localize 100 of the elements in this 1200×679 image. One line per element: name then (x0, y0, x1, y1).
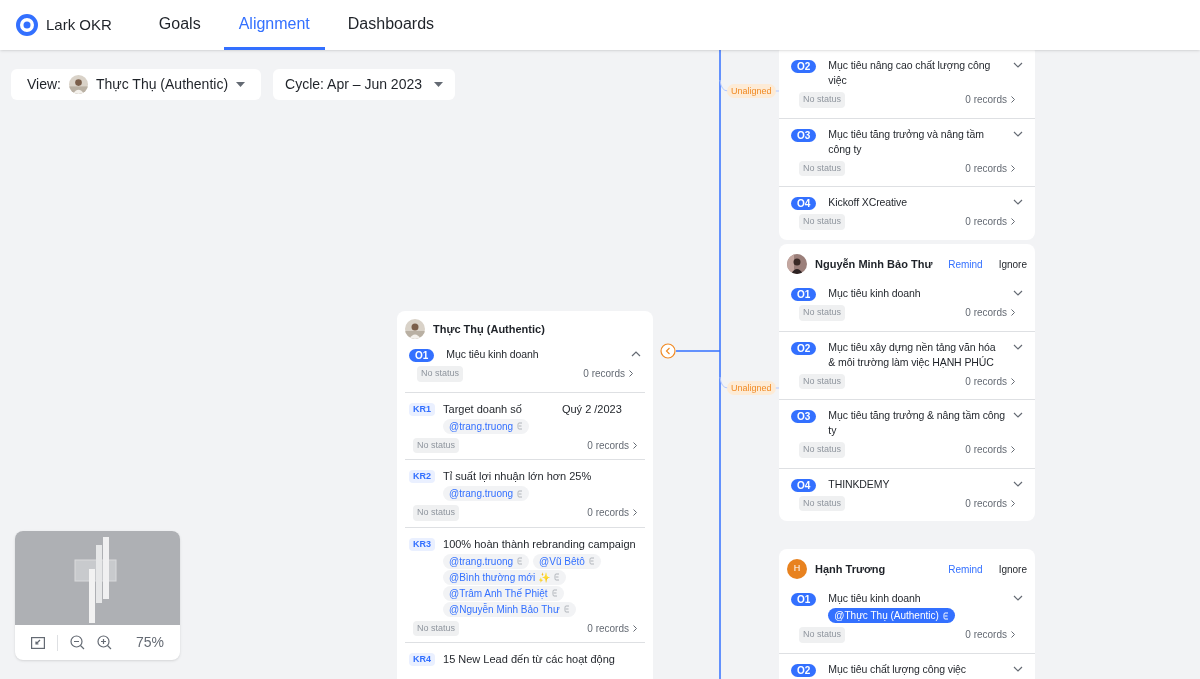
mention-tag[interactable]: @Vũ Bêtô (533, 553, 601, 569)
chevron-up-icon[interactable] (631, 351, 641, 357)
remind-link[interactable]: Remind (948, 561, 983, 577)
chevron-right-icon (633, 624, 637, 632)
status-tag: No status (799, 627, 846, 643)
records-link[interactable]: 0 records (965, 160, 1015, 176)
objective-badge: O1 (791, 593, 817, 606)
chevron-right-icon (1011, 164, 1015, 172)
key-result-badge: KR4 (409, 653, 435, 666)
records-link[interactable]: 0 records (965, 627, 1015, 643)
key-result-badge: KR2 (409, 470, 435, 483)
chevron-down-icon[interactable] (1013, 62, 1023, 68)
avatar: H (787, 559, 807, 579)
objective-badge: O3 (791, 128, 817, 142)
objective-title[interactable]: Mục tiêu tăng trưởng & nâng tầm công ty (828, 408, 1005, 438)
objective-badge: O4 (791, 197, 817, 210)
records-link[interactable]: 0 records (965, 92, 1015, 108)
chevron-right-icon (629, 370, 633, 378)
link-icon (942, 611, 949, 620)
status-tag: No status (413, 620, 460, 636)
owner-name: Nguyễn Minh Bảo Thư (815, 256, 934, 272)
status-tag: No status (413, 505, 460, 521)
objective-title[interactable]: Mục tiêu chất lượng công việc (828, 661, 1005, 677)
status-tag: No status (413, 437, 460, 453)
mention-tag[interactable]: @trang.truong (443, 418, 530, 434)
unaligned-tag: Unaligned (727, 84, 776, 98)
owner-name: Thực Thụ (Authentic) (433, 321, 545, 338)
ignore-link[interactable]: Ignore (998, 256, 1027, 272)
key-result-title[interactable]: 15 New Lead đến từ các hoạt động (443, 651, 615, 667)
remind-link[interactable]: Remind (948, 256, 983, 272)
view-dropdown[interactable]: View: Thực Thụ (Authentic) (11, 69, 262, 100)
objective-badge: O2 (791, 60, 817, 73)
mention-tag[interactable]: @Nguyễn Minh Bảo Thư (443, 601, 576, 617)
chevron-down-icon[interactable] (1013, 343, 1023, 350)
logo-icon (16, 14, 38, 36)
records-link[interactable]: 0 records (965, 305, 1015, 321)
chevron-right-icon (1011, 377, 1015, 385)
mention-tag[interactable]: @trang.truong (443, 486, 530, 501)
objective-badge: O2 (791, 663, 817, 677)
key-result-title[interactable]: Target doanh số (443, 400, 522, 417)
status-tag: No status (799, 305, 846, 321)
key-result-title[interactable]: Tỉ suất lợi nhuận lớn hơn 25% (443, 468, 592, 484)
nav-tab[interactable]: Dashboards (332, 0, 450, 50)
records-link[interactable]: 0 records (965, 442, 1015, 458)
chevron-right-icon (1011, 218, 1015, 226)
objective-title[interactable]: THINKDEMY (828, 476, 1005, 492)
link-icon (563, 605, 570, 613)
objective-badge: O3 (791, 410, 817, 423)
cycle-dropdown[interactable]: Cycle: Apr – Jun 2023 (273, 69, 456, 100)
chevron-down-icon[interactable] (1013, 595, 1023, 601)
chevron-right-icon (1011, 499, 1015, 507)
link-icon (517, 489, 524, 498)
chevron-right-icon (1011, 309, 1015, 317)
zoom-out-icon[interactable] (70, 635, 85, 650)
objective-title[interactable]: Mục tiêu tăng trưởng và nâng tầm công ty (828, 126, 1005, 157)
chevron-down-icon[interactable] (1013, 480, 1023, 487)
records-link[interactable]: 0 records (587, 505, 637, 521)
link-icon (517, 422, 524, 430)
status-tag: No status (799, 495, 846, 511)
chevron-down-icon[interactable] (1013, 130, 1023, 137)
mention-tag[interactable]: @Thực Thụ (Authentic) (828, 608, 955, 623)
objective-title[interactable]: Mục tiêu kinh doanh (446, 347, 623, 362)
app-name: Lark OKR (46, 14, 112, 35)
records-link[interactable]: 0 records (965, 214, 1015, 230)
caret-icon (434, 82, 444, 87)
objective-title[interactable]: Mục tiêu nâng cao chất lượng công việc (828, 58, 1005, 88)
mention-tag[interactable]: @Trâm Anh Thế Phiệt (443, 585, 564, 601)
mention-tag[interactable]: @Bình thường mới ✨ (443, 569, 566, 585)
status-tag: No status (799, 92, 846, 108)
chevron-right-icon (633, 509, 637, 517)
chevron-down-icon[interactable] (1013, 665, 1023, 672)
objective-badge: O1 (409, 349, 435, 362)
records-link[interactable]: 0 records (965, 495, 1015, 511)
records-link[interactable]: 0 records (587, 437, 637, 453)
records-link[interactable]: 0 records (583, 366, 633, 382)
objective-title[interactable]: Mục tiêu kinh doanh (828, 286, 1005, 301)
objective-title[interactable]: Mục tiêu kinh doanh (828, 591, 1005, 606)
objective-title[interactable]: Mục tiêu xây dựng nền tảng văn hóa & môi trường làm việc HẠNH PHÚC (828, 339, 1005, 370)
zoom-in-icon[interactable] (97, 635, 112, 650)
nav-tab[interactable]: Goals (143, 0, 216, 50)
objective-badge: O4 (791, 478, 817, 492)
zoom-level: 75% (135, 633, 164, 652)
objective-title[interactable]: Kickoff XCreative (828, 195, 1005, 210)
chevron-down-icon[interactable] (1013, 199, 1023, 205)
status-tag: No status (799, 160, 846, 176)
key-result-title[interactable]: 100% hoàn thành rebranding campaign (443, 535, 636, 552)
chevron-right-icon (1011, 96, 1015, 104)
link-icon (553, 573, 560, 581)
mention-tag[interactable]: @trang.truong (443, 553, 530, 569)
status-tag: No status (799, 442, 846, 458)
chevron-down-icon[interactable] (1013, 290, 1023, 296)
chevron-right-icon (1011, 446, 1015, 454)
records-link[interactable]: 0 records (587, 620, 637, 636)
chevron-right-icon (633, 441, 637, 449)
records-link[interactable]: 0 records (965, 373, 1015, 389)
ignore-link[interactable]: Ignore (998, 561, 1027, 577)
chevron-right-icon (1011, 631, 1015, 639)
chevron-down-icon[interactable] (1013, 412, 1023, 418)
nav-tab[interactable]: Alignment (223, 0, 325, 50)
fit-view-icon[interactable] (31, 636, 45, 649)
